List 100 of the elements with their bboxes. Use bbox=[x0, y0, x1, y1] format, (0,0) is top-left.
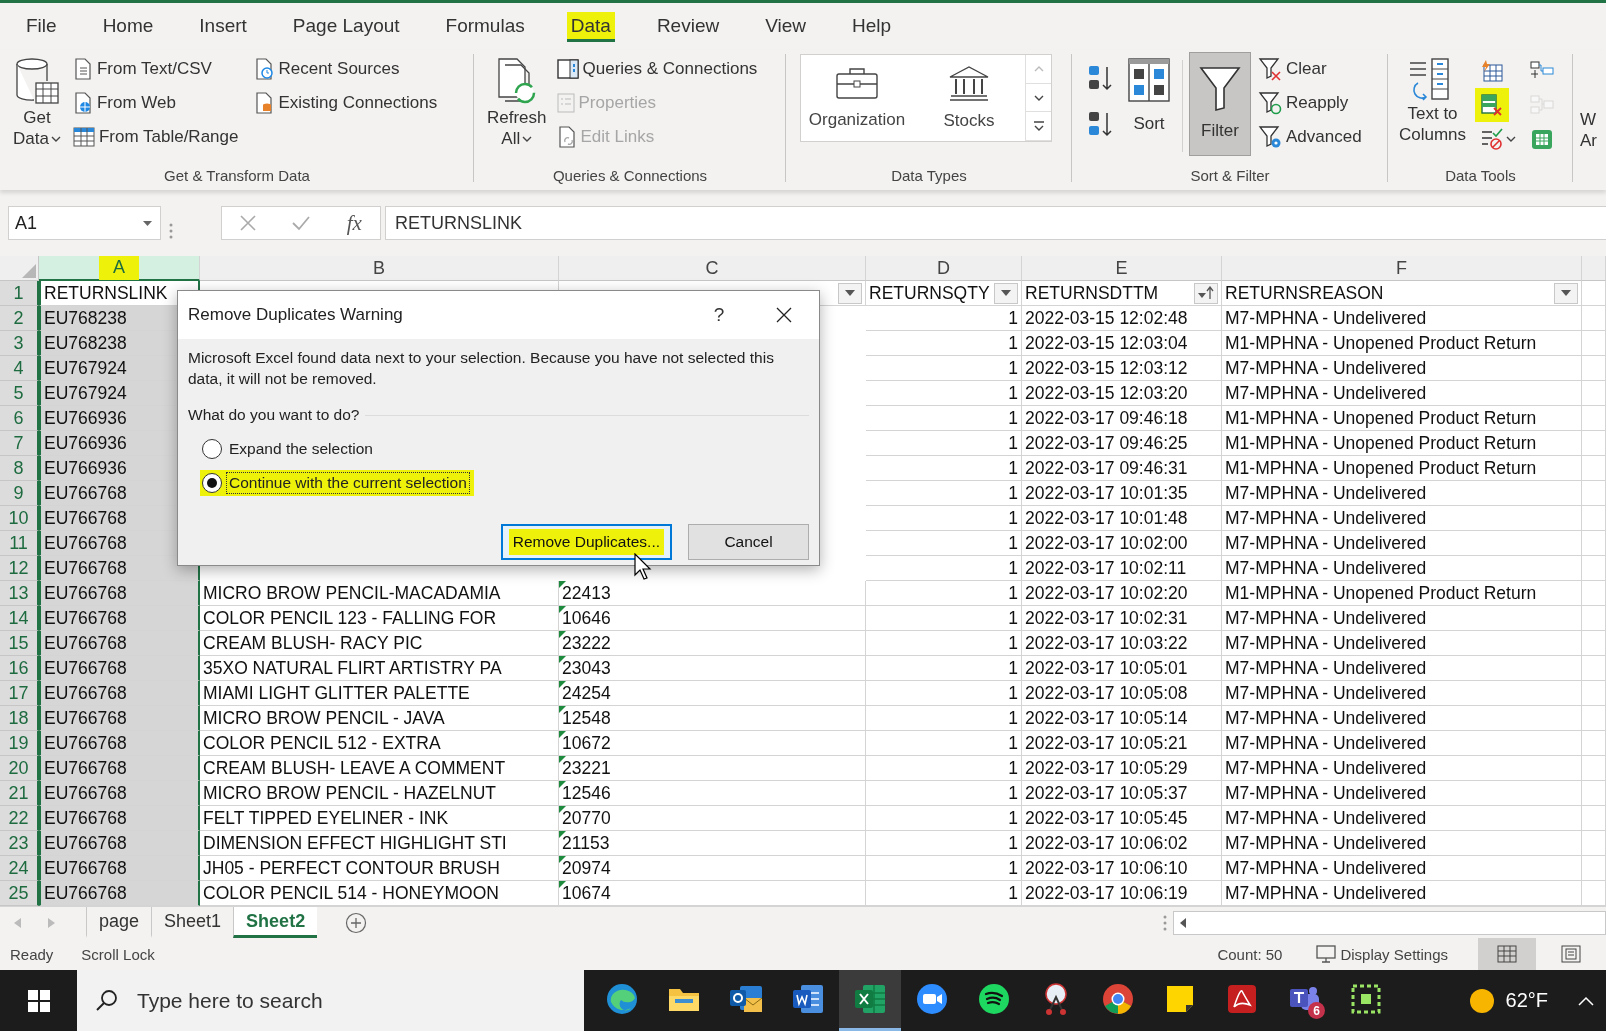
row-header[interactable]: 4 bbox=[0, 356, 39, 381]
stocks-button[interactable]: Stocks bbox=[913, 55, 1025, 141]
ribbon-tab[interactable]: Review bbox=[652, 11, 724, 42]
sort-button[interactable]: Sort bbox=[1122, 52, 1176, 154]
organization-button[interactable]: Organization bbox=[801, 55, 913, 141]
row-header[interactable]: 11 bbox=[0, 531, 39, 556]
weather-button[interactable]: 62°F bbox=[1449, 970, 1566, 1031]
sheet-tab[interactable]: Sheet2 bbox=[233, 907, 318, 938]
ribbon-tab[interactable]: Page Layout bbox=[288, 11, 404, 42]
globe-document-icon bbox=[72, 92, 93, 114]
ribbon-command[interactable]: Reapply bbox=[1255, 86, 1365, 120]
ribbon-tab[interactable]: View bbox=[761, 11, 811, 42]
table-cell: M7-MPHNA - Undelivered bbox=[1222, 481, 1582, 506]
row-header[interactable]: 13 bbox=[0, 581, 39, 606]
ribbon-command[interactable]: Existing Connections bbox=[251, 86, 441, 120]
video-call-icon bbox=[915, 982, 949, 1016]
table-cell: 2022-03-17 10:06:19 bbox=[1022, 881, 1222, 906]
dialog-button[interactable]: Cancel bbox=[688, 524, 809, 560]
row-header[interactable]: 2 bbox=[0, 306, 39, 331]
radio-option[interactable]: Continue with the current selection bbox=[200, 470, 474, 496]
row-header[interactable]: 12 bbox=[0, 556, 39, 581]
horizontal-scrollbar[interactable] bbox=[1173, 910, 1606, 935]
table-cell: 1 bbox=[866, 506, 1022, 531]
row-header[interactable]: 15 bbox=[0, 631, 39, 656]
row-header[interactable]: 19 bbox=[0, 731, 39, 756]
row-header[interactable]: 25 bbox=[0, 881, 39, 906]
ribbon-tab[interactable]: Insert bbox=[195, 11, 251, 42]
table-cell: 2022-03-17 10:05:21 bbox=[1022, 731, 1222, 756]
row-header[interactable]: 9 bbox=[0, 481, 39, 506]
ribbon-tab[interactable]: Home bbox=[98, 11, 158, 42]
sort-filter-dropdown[interactable] bbox=[1194, 282, 1218, 304]
chevron-down-icon bbox=[50, 134, 61, 143]
ribbon-tab[interactable]: Data bbox=[566, 11, 615, 42]
ribbon-command[interactable]: From Table/Range bbox=[69, 120, 242, 154]
column-header[interactable]: A bbox=[39, 256, 200, 281]
name-box[interactable]: A1 bbox=[8, 206, 161, 240]
table-cell: 1 bbox=[866, 681, 1022, 706]
filter-dropdown[interactable] bbox=[1554, 282, 1578, 304]
row-header[interactable]: 7 bbox=[0, 431, 39, 456]
row-header[interactable]: 8 bbox=[0, 456, 39, 481]
row-header[interactable]: 6 bbox=[0, 406, 39, 431]
table-cell: M7-MPHNA - Undelivered bbox=[1222, 381, 1582, 406]
table-cell: EU766768 bbox=[39, 631, 200, 656]
row-header[interactable]: 14 bbox=[0, 606, 39, 631]
column-header[interactable]: F bbox=[1222, 256, 1582, 281]
row-header[interactable]: 24 bbox=[0, 856, 39, 881]
table-cell: M1-MPHNA - Unopened Product Return bbox=[1222, 456, 1582, 481]
column-letter: F bbox=[1395, 256, 1408, 280]
row-header[interactable]: 1 bbox=[0, 281, 39, 306]
row-header[interactable]: 16 bbox=[0, 656, 39, 681]
data-tool-button[interactable] bbox=[1475, 88, 1510, 122]
get-data-button[interactable]: Get Data bbox=[8, 52, 66, 154]
table-cell: 35XO NATURAL FLIRT ARTISTRY PA bbox=[200, 656, 559, 681]
refresh-all-button[interactable]: Refresh All bbox=[482, 52, 552, 154]
table-cell: 1 bbox=[866, 806, 1022, 831]
formula-input[interactable]: RETURNSLINK bbox=[385, 206, 1606, 240]
column-header[interactable]: B bbox=[200, 256, 559, 281]
row-header[interactable]: 10 bbox=[0, 506, 39, 531]
table-cell: 1 bbox=[866, 856, 1022, 881]
ribbon-command[interactable]: Queries & Connections bbox=[553, 52, 761, 86]
row-header[interactable]: 18 bbox=[0, 706, 39, 731]
row-header[interactable]: 21 bbox=[0, 781, 39, 806]
row-header[interactable]: 5 bbox=[0, 381, 39, 406]
filter-dropdown[interactable] bbox=[994, 282, 1018, 304]
row-header[interactable]: 17 bbox=[0, 681, 39, 706]
table-cell: JH05 - PERFECT CONTOUR BRUSH bbox=[200, 856, 559, 881]
filter-dropdown[interactable] bbox=[838, 282, 862, 304]
display-settings-button[interactable]: Display Settings bbox=[1310, 944, 1454, 964]
filter-button[interactable]: Filter bbox=[1189, 52, 1251, 156]
row-header[interactable]: 3 bbox=[0, 331, 39, 356]
table-cell: EU766768 bbox=[39, 806, 200, 831]
ribbon-tab[interactable]: File bbox=[22, 11, 61, 42]
row-header[interactable]: 22 bbox=[0, 806, 39, 831]
table-cell: 2022-03-17 10:01:48 bbox=[1022, 506, 1222, 531]
help-button[interactable]: ? bbox=[689, 291, 749, 339]
ribbon-tab[interactable]: Help bbox=[848, 11, 896, 42]
caret-up-icon bbox=[1578, 995, 1594, 1006]
insert-function-button[interactable]: fx bbox=[346, 210, 362, 236]
ribbon-command[interactable]: From Text/CSV bbox=[69, 52, 242, 86]
table-cell: M7-MPHNA - Undelivered bbox=[1222, 681, 1582, 706]
column-header[interactable]: D bbox=[866, 256, 1022, 281]
dialog-button[interactable]: Remove Duplicates... bbox=[500, 524, 672, 560]
table-cell: 2022-03-17 10:01:35 bbox=[1022, 481, 1222, 506]
ribbon-command[interactable]: Advanced bbox=[1255, 120, 1365, 154]
taskbar-app[interactable]: 6 bbox=[1273, 970, 1335, 1031]
column-header[interactable]: C bbox=[559, 256, 866, 281]
ribbon-command[interactable]: From Web bbox=[69, 86, 242, 120]
row-header[interactable]: 23 bbox=[0, 831, 39, 856]
taskbar-search-field[interactable]: Type here to search bbox=[77, 970, 584, 1031]
text-to-columns-button[interactable]: Text to Columns bbox=[1394, 52, 1472, 154]
table-cell: 2022-03-17 10:02:00 bbox=[1022, 531, 1222, 556]
column-letter: C bbox=[704, 256, 720, 280]
radio-option[interactable]: Expand the selection bbox=[200, 436, 380, 462]
ribbon-command[interactable]: Clear bbox=[1255, 52, 1365, 86]
column-letter: D bbox=[936, 256, 951, 280]
ribbon-tab[interactable]: Formulas bbox=[441, 11, 529, 42]
column-header[interactable]: E bbox=[1022, 256, 1222, 281]
row-header[interactable]: 20 bbox=[0, 756, 39, 781]
ribbon-command[interactable]: Recent Sources bbox=[251, 52, 441, 86]
what-if-button[interactable]: W Ar bbox=[1579, 108, 1598, 168]
